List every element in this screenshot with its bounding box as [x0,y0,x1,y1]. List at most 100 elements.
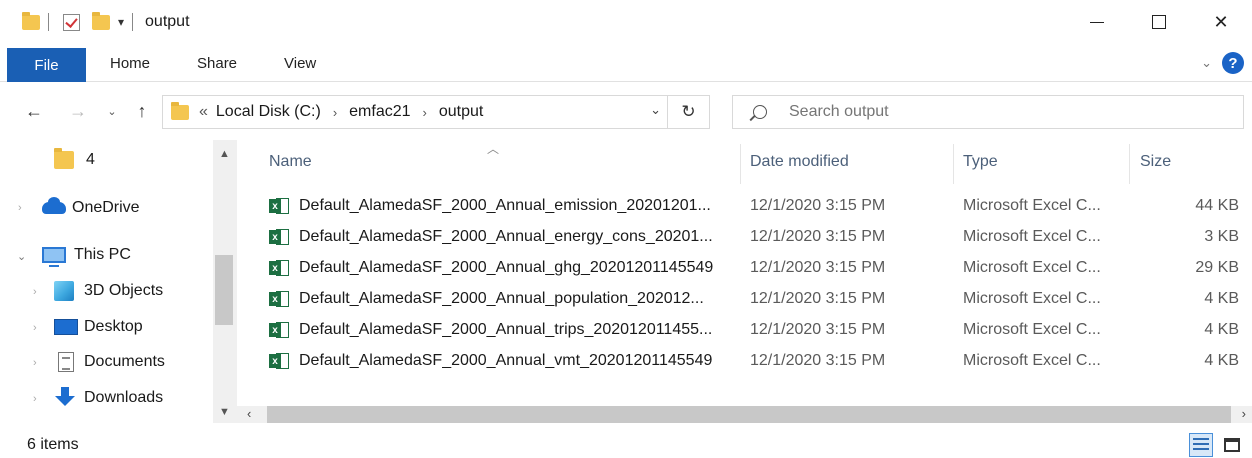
nav-item-3d-objects[interactable]: 3D Objects [54,275,163,307]
excel-csv-icon: x [269,197,289,215]
column-divider[interactable] [740,144,741,184]
folder-icon [22,11,40,30]
expand-ribbon-chevron-icon[interactable]: ⌄ [1201,55,1212,71]
file-size: 4 KB [1204,290,1239,307]
properties-icon[interactable] [63,13,80,31]
expand-chevron-icon[interactable]: › [33,322,37,334]
expand-chevron-icon[interactable]: › [33,286,37,298]
quick-access-toolbar: ▾ output [22,0,190,44]
file-row[interactable]: x Default_AlamedaSF_2000_Annual_energy_c… [237,222,1252,253]
excel-csv-icon: x [269,321,289,339]
scroll-up-icon[interactable]: ▲ [219,148,230,160]
address-dropdown-icon[interactable]: ⌄ [650,102,661,118]
nav-item-label: OneDrive [72,199,140,216]
search-icon [753,105,767,119]
sort-ascending-icon: ︿ [487,142,500,156]
scroll-left-icon[interactable]: ‹ [247,406,251,421]
chevron-right-icon[interactable]: › [333,105,337,120]
chevron-down-icon: ⌄ [107,105,117,118]
back-arrow-icon: ← [25,100,43,121]
expand-chevron-icon[interactable]: › [18,202,22,214]
close-button[interactable]: ✕ [1190,0,1252,44]
large-icons-view-button[interactable] [1220,433,1244,457]
expand-chevron-icon[interactable]: › [33,393,37,405]
nav-item-onedrive[interactable]: OneDrive [42,192,140,224]
tab-view[interactable]: View [284,44,316,82]
column-divider[interactable] [1129,144,1130,184]
details-view-button[interactable] [1189,433,1213,457]
title-bar: ▾ output ✕ [0,0,1252,44]
search-box[interactable] [732,95,1244,129]
file-row[interactable]: x Default_AlamedaSF_2000_Annual_ghg_2020… [237,253,1252,284]
nav-item-documents[interactable]: Documents [58,346,165,378]
file-size: 4 KB [1204,352,1239,369]
file-name: Default_AlamedaSF_2000_Annual_ghg_202012… [299,259,714,276]
file-row[interactable]: x Default_AlamedaSF_2000_Annual_vmt_2020… [237,346,1252,377]
recent-locations-button[interactable]: ⌄ [104,97,120,125]
refresh-button[interactable]: ↻ [667,96,709,128]
nav-item-desktop[interactable]: Desktop [54,311,143,343]
nav-item-4[interactable]: 4 [54,144,95,176]
scrollbar-thumb[interactable] [267,406,1231,423]
item-count: 6 items [27,436,79,453]
file-date: 12/1/2020 3:15 PM [750,259,886,276]
column-header-size[interactable]: Size [1140,140,1171,184]
new-folder-icon[interactable] [92,11,110,30]
navigation-pane-scrollbar[interactable]: ▲ ▼ [213,140,237,423]
search-input[interactable] [789,103,1209,121]
excel-csv-icon: x [269,352,289,370]
file-date: 12/1/2020 3:15 PM [750,197,886,214]
column-header-type[interactable]: Type [963,140,998,184]
file-list-horizontal-scrollbar[interactable]: ‹ › [237,406,1252,423]
file-type: Microsoft Excel C... [963,259,1101,276]
file-size: 44 KB [1195,197,1239,214]
column-header-date[interactable]: Date modified [750,140,849,184]
refresh-icon: ↻ [681,102,696,121]
navigation-pane: 4 › OneDrive ⌄ This PC › 3D Objects › De… [0,140,237,423]
customize-toolbar-dropdown-icon[interactable]: ▾ [118,15,124,29]
nav-item-this-pc[interactable]: This PC [42,239,131,271]
minimize-button[interactable] [1066,0,1128,44]
column-divider[interactable] [953,144,954,184]
folder-icon [54,148,74,169]
tab-file[interactable]: File [7,48,86,82]
address-bar[interactable]: « Local Disk (C:) › emfac21 › output ⌄ ↻ [162,95,710,129]
nav-item-label: Documents [84,353,165,370]
help-icon[interactable]: ? [1222,52,1244,74]
maximize-button[interactable] [1128,0,1190,44]
nav-item-label: This PC [74,246,131,263]
chevron-right-icon[interactable]: › [423,105,427,120]
file-row[interactable]: x Default_AlamedaSF_2000_Annual_emission… [237,191,1252,222]
file-row[interactable]: x Default_AlamedaSF_2000_Annual_populati… [237,284,1252,315]
collapse-chevron-icon[interactable]: ⌄ [17,250,26,263]
breadcrumb-emfac21[interactable]: emfac21 [349,103,410,121]
tab-share[interactable]: Share [197,44,237,82]
breadcrumb-output[interactable]: output [439,103,483,121]
excel-csv-icon: x [269,259,289,277]
status-bar: 6 items [0,430,1252,458]
file-type: Microsoft Excel C... [963,197,1101,214]
file-type: Microsoft Excel C... [963,290,1101,307]
file-name: Default_AlamedaSF_2000_Annual_emission_2… [299,197,711,214]
nav-item-label: Downloads [84,389,164,406]
breadcrumb-local-disk[interactable]: Local Disk (C:) [216,103,321,121]
tab-home[interactable]: Home [110,44,150,82]
forward-button[interactable]: → [64,97,92,125]
address-overflow-icon[interactable]: « [199,103,208,121]
minimize-icon [1090,21,1104,23]
scroll-right-icon[interactable]: › [1242,406,1246,421]
file-name: Default_AlamedaSF_2000_Annual_population… [299,290,704,307]
column-header-name[interactable]: Name [269,140,312,184]
back-button[interactable]: ← [20,97,48,125]
computer-icon [42,247,66,267]
file-type: Microsoft Excel C... [963,321,1101,338]
up-button[interactable]: ↑ [128,97,156,125]
scroll-down-icon[interactable]: ▼ [219,406,230,418]
file-name: Default_AlamedaSF_2000_Annual_trips_2020… [299,321,713,338]
expand-chevron-icon[interactable]: › [33,357,37,369]
up-arrow-icon: ↑ [137,100,147,121]
onedrive-cloud-icon [42,197,66,214]
scrollbar-thumb[interactable] [215,255,233,325]
nav-item-downloads[interactable]: Downloads [54,382,163,414]
file-row[interactable]: x Default_AlamedaSF_2000_Annual_trips_20… [237,315,1252,346]
